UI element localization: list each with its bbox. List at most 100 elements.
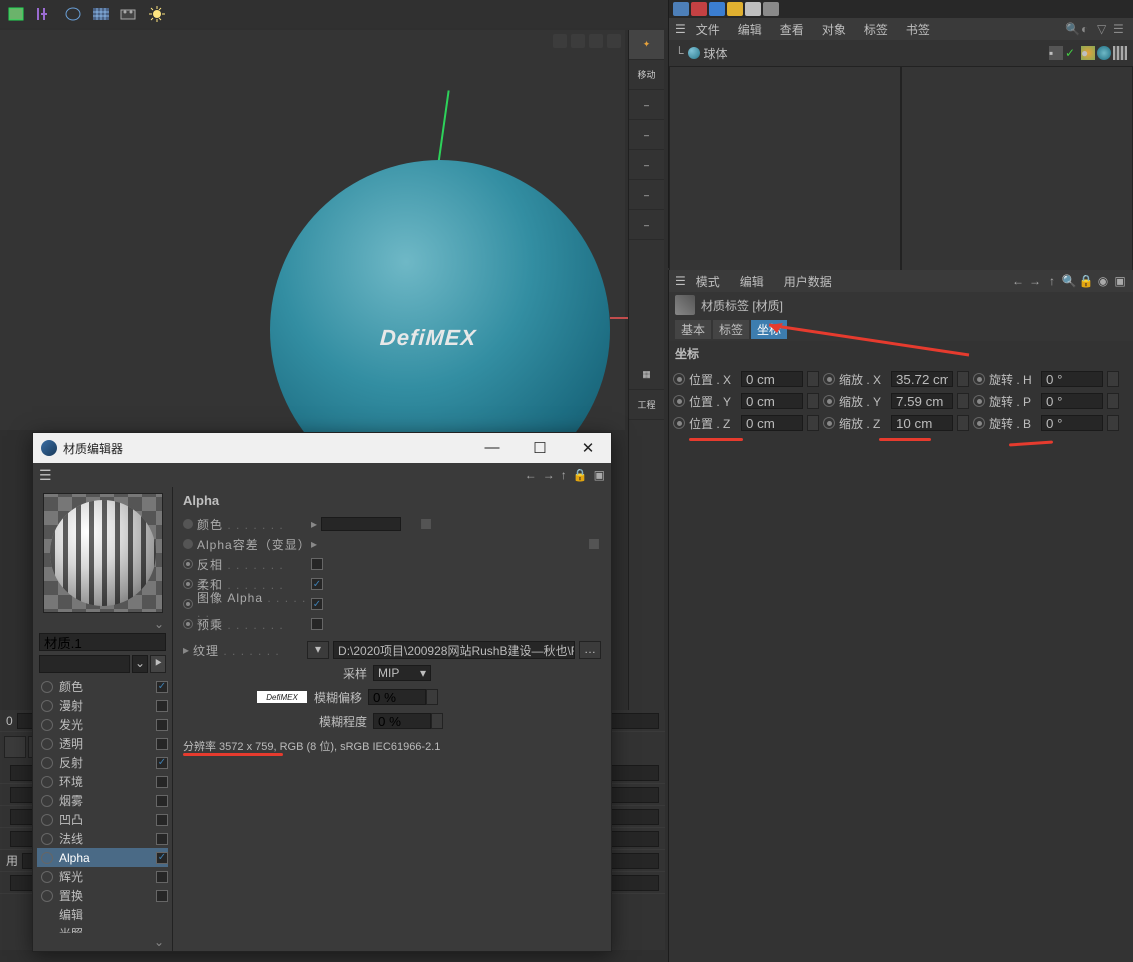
phong-tag-icon[interactable]: ● — [1081, 46, 1095, 60]
attr-menu-edit[interactable]: 编辑 — [730, 271, 774, 292]
channel-编辑[interactable]: 编辑 — [37, 905, 168, 924]
spinner-icon[interactable] — [957, 415, 969, 431]
shader-goto-icon[interactable]: ⯈ — [150, 655, 166, 673]
object-tags-area[interactable] — [901, 66, 1133, 272]
alpha-soft-checkbox[interactable] — [311, 578, 323, 590]
anim-dot-icon[interactable] — [41, 757, 53, 769]
anim-dot-icon[interactable] — [41, 738, 53, 750]
visibility-tag-icon[interactable]: ▪ — [1049, 46, 1063, 60]
sampling-select[interactable]: MIP ▾ — [373, 665, 431, 681]
channel-checkbox[interactable] — [156, 814, 168, 826]
channel-checkbox[interactable] — [156, 776, 168, 788]
channel-辉光[interactable]: 辉光 — [37, 867, 168, 886]
material-preview[interactable] — [43, 493, 163, 613]
channel-checkbox[interactable] — [156, 890, 168, 902]
hamburger-icon[interactable]: ☰ — [675, 22, 686, 36]
menu-view[interactable]: 查看 — [772, 19, 812, 40]
channel-checkbox[interactable] — [156, 795, 168, 807]
anim-dot-icon[interactable] — [823, 417, 835, 429]
search-icon[interactable]: 🔍 — [1065, 22, 1079, 36]
menu-bookmark[interactable]: 书签 — [898, 19, 938, 40]
channel-烟雾[interactable]: 烟雾 — [37, 791, 168, 810]
channel-漫射[interactable]: 漫射 — [37, 696, 168, 715]
anim-dot-icon[interactable] — [41, 833, 53, 845]
obj-ico-1[interactable] — [673, 2, 689, 16]
channel-反射[interactable]: 反射 — [37, 753, 168, 772]
enable-tag-icon[interactable]: ✓ — [1065, 46, 1079, 60]
lock-icon[interactable]: 🔒 — [1079, 274, 1093, 288]
anim-dot-icon[interactable] — [41, 795, 53, 807]
blur-offset-input[interactable] — [368, 689, 426, 705]
texture-thumb-icon[interactable]: DefiMEX — [257, 691, 307, 703]
channel-checkbox[interactable] — [156, 757, 168, 769]
obj-ico-3[interactable] — [709, 2, 725, 16]
obj-ico-4[interactable] — [727, 2, 743, 16]
attr-menu-userdata[interactable]: 用户数据 — [774, 271, 842, 292]
spinner-icon[interactable] — [957, 371, 969, 387]
texture-path-input[interactable]: D:\2020项目\200928网站RushB建设—秋也\R — [333, 641, 575, 659]
scl-y-input[interactable] — [891, 393, 953, 409]
obj-ico-6[interactable] — [763, 2, 779, 16]
anim-dot-icon[interactable] — [41, 871, 53, 883]
blur-scale-input[interactable] — [373, 713, 431, 729]
render-tool-icon[interactable] — [116, 2, 142, 26]
move-tool-button[interactable]: ✦ — [629, 30, 664, 60]
channel-Alpha[interactable]: Alpha — [37, 848, 168, 867]
channel-环境[interactable]: 环境 — [37, 772, 168, 791]
anim-dot-icon[interactable] — [41, 681, 53, 693]
object-item-sphere[interactable]: └ 球体 ▪ ✓ ● — [675, 44, 1127, 62]
rot-h-input[interactable] — [1041, 371, 1103, 387]
anim-dot-icon[interactable] — [973, 417, 985, 429]
alpha-image-checkbox[interactable] — [311, 598, 323, 610]
up-icon[interactable]: ↑ — [561, 468, 567, 482]
anim-dot-icon[interactable] — [183, 559, 193, 569]
expand-arrow-icon[interactable]: ▸ — [183, 643, 189, 657]
tab-tag[interactable]: 标签 — [713, 320, 749, 339]
anim-dot-icon[interactable] — [183, 599, 193, 609]
side-empty-5[interactable]: – — [629, 210, 664, 240]
side-empty-4[interactable]: – — [629, 180, 664, 210]
anim-dot-icon[interactable] — [41, 700, 53, 712]
spinner-icon[interactable] — [807, 415, 819, 431]
scl-x-input[interactable] — [891, 371, 953, 387]
anim-dot-icon[interactable] — [673, 395, 685, 407]
tab-basic[interactable]: 基本 — [675, 320, 711, 339]
bottom-icon-1[interactable] — [4, 736, 26, 758]
channel-checkbox[interactable] — [156, 852, 168, 864]
alpha-premult-checkbox[interactable] — [311, 618, 323, 630]
anim-dot-icon[interactable] — [41, 814, 53, 826]
material-editor-titlebar[interactable]: 材质编辑器 — ☐ ✕ — [33, 433, 611, 463]
hamburger-icon[interactable]: ☰ — [39, 467, 57, 484]
cloth-tool-icon[interactable] — [88, 2, 114, 26]
fwd-icon[interactable]: → — [543, 468, 555, 482]
anim-dot-icon[interactable] — [183, 619, 193, 629]
obj-ico-2[interactable] — [691, 2, 707, 16]
anim-dot-icon[interactable] — [823, 395, 835, 407]
viewport-zoom-icon[interactable] — [571, 34, 585, 48]
obj-ico-5[interactable] — [745, 2, 761, 16]
spinner-icon[interactable] — [1107, 415, 1119, 431]
lock-icon[interactable]: 🔒 — [573, 468, 588, 482]
anim-dot-icon[interactable] — [41, 719, 53, 731]
channel-颜色[interactable]: 颜色 — [37, 677, 168, 696]
color-picker-icon[interactable] — [584, 534, 604, 554]
uvw-tag-icon[interactable] — [1113, 46, 1127, 60]
texture-menu-button[interactable]: ▾ — [307, 641, 329, 659]
channel-checkbox[interactable] — [156, 681, 168, 693]
channel-发光[interactable]: 发光 — [37, 715, 168, 734]
color-picker-icon[interactable] — [416, 514, 436, 534]
filter-eye-icon[interactable]: ◐ — [1081, 22, 1095, 36]
rot-b-input[interactable] — [1041, 415, 1103, 431]
menu-file[interactable]: 文件 — [688, 19, 728, 40]
expand-arrow-icon[interactable]: ▸ — [311, 517, 317, 531]
material-name-input[interactable] — [39, 633, 166, 651]
channel-置换[interactable]: 置换 — [37, 886, 168, 905]
chevron-down-icon[interactable]: ⌄ — [33, 933, 172, 951]
side-empty-1[interactable]: – — [629, 90, 664, 120]
hamburger-icon[interactable]: ☰ — [675, 274, 686, 288]
fwd-icon[interactable]: → — [1028, 274, 1042, 288]
anim-dot-icon[interactable] — [673, 373, 685, 385]
channel-凹凸[interactable]: 凹凸 — [37, 810, 168, 829]
viewport-max-icon[interactable] — [607, 34, 621, 48]
chevron-down-icon[interactable]: ⌄ — [33, 617, 172, 631]
